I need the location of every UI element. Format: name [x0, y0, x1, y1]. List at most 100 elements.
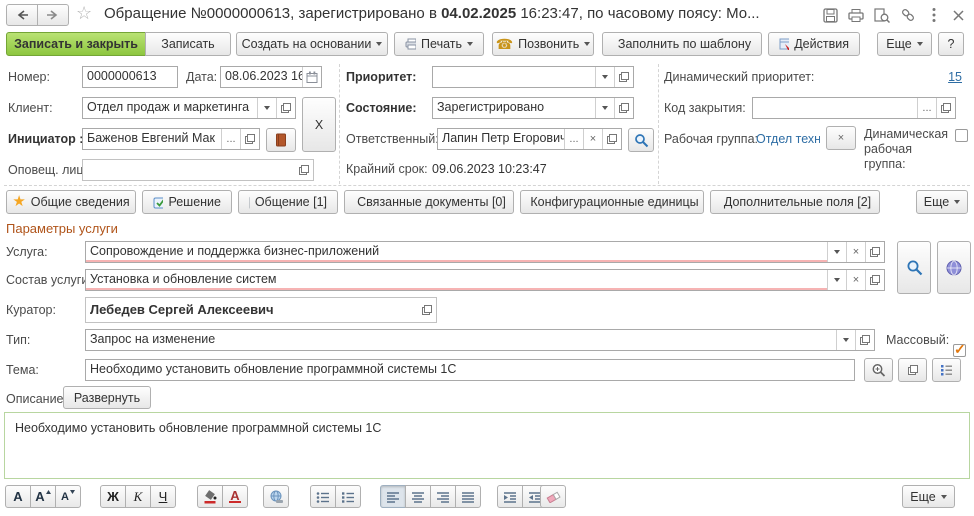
forward-button[interactable]: [37, 4, 69, 26]
insert-link-button[interactable]: [263, 485, 289, 508]
italic-button[interactable]: К: [125, 485, 151, 508]
save-close-button[interactable]: Записать и закрыть: [6, 32, 146, 56]
save-button[interactable]: Записать: [145, 32, 231, 56]
notify-value[interactable]: [83, 160, 295, 180]
service-dropdown-button[interactable]: [827, 242, 846, 262]
composition-open-button[interactable]: [865, 270, 884, 290]
service-open-button[interactable]: [865, 242, 884, 262]
priority-open-button[interactable]: [614, 67, 633, 87]
font-button[interactable]: A: [5, 485, 31, 508]
print-button[interactable]: Печать: [394, 32, 484, 56]
align-right-button[interactable]: [430, 485, 456, 508]
favorite-star-icon[interactable]: ☆: [76, 3, 92, 24]
clear-client-button[interactable]: X: [302, 97, 336, 152]
actions-button[interactable]: Действия: [768, 32, 860, 56]
date-value[interactable]: 08.06.2023 16:2:: [221, 67, 302, 87]
service-value[interactable]: Сопровождение и поддержка бизнес-приложе…: [86, 242, 827, 262]
initiator-field[interactable]: Баженов Евгений Мак ...: [82, 128, 260, 150]
back-button[interactable]: [6, 4, 38, 26]
client-open-button[interactable]: [276, 98, 295, 118]
state-field[interactable]: Зарегистрировано: [432, 97, 634, 119]
dyn-workgroup-checkbox[interactable]: [955, 129, 968, 142]
expand-button[interactable]: Развернуть: [63, 386, 151, 409]
link-icon[interactable]: [898, 5, 918, 25]
date-field[interactable]: 08.06.2023 16:2:: [220, 66, 322, 88]
eraser-button[interactable]: [540, 485, 566, 508]
tab-general[interactable]: ★ Общие сведения: [6, 190, 136, 214]
state-dropdown-button[interactable]: [595, 98, 614, 118]
close-icon[interactable]: [948, 5, 968, 25]
service-catalog-button[interactable]: [937, 241, 971, 294]
close-code-field[interactable]: ...: [752, 97, 956, 119]
subject-open-button[interactable]: [898, 358, 927, 382]
tab-linked-docs[interactable]: Связанные документы [0]: [344, 190, 514, 214]
align-justify-button[interactable]: [455, 485, 481, 508]
curator-open-button[interactable]: [418, 298, 436, 322]
service-clear-button[interactable]: ×: [846, 242, 865, 262]
priority-value[interactable]: [433, 67, 595, 87]
state-open-button[interactable]: [614, 98, 633, 118]
tab-extra-fields[interactable]: Дополнительные поля [2]: [710, 190, 880, 214]
notify-open-button[interactable]: [295, 160, 313, 180]
client-field[interactable]: Отдел продаж и маркетинга: [82, 97, 296, 119]
close-code-value[interactable]: [753, 98, 917, 118]
type-field[interactable]: Запрос на изменение: [85, 329, 875, 351]
type-value[interactable]: Запрос на изменение: [86, 330, 836, 350]
dyn-priority-link[interactable]: 15: [940, 70, 962, 84]
help-button[interactable]: ?: [938, 32, 964, 56]
tab-config-units[interactable]: Конфигурационные единицы: [520, 190, 704, 214]
calendar-button[interactable]: [302, 67, 321, 87]
fill-template-button[interactable]: Заполнить по шаблону: [602, 32, 762, 56]
tabs-more-button[interactable]: Еще: [916, 190, 968, 214]
close-code-ellipsis-button[interactable]: ...: [917, 98, 936, 118]
curator-field[interactable]: Лебедев Сергей Алексеевич: [85, 297, 437, 323]
service-search-button[interactable]: [897, 241, 931, 294]
print-icon[interactable]: [846, 5, 866, 25]
type-open-button[interactable]: [855, 330, 874, 350]
priority-dropdown-button[interactable]: [595, 67, 614, 87]
font-decrease-button[interactable]: A: [55, 485, 81, 508]
responsible-open-button[interactable]: [602, 129, 621, 149]
composition-dropdown-button[interactable]: [827, 270, 846, 290]
composition-value[interactable]: Установка и обновление систем: [86, 270, 827, 290]
composition-field[interactable]: Установка и обновление систем ×: [85, 269, 885, 291]
priority-field[interactable]: [432, 66, 634, 88]
font-color-button[interactable]: A: [222, 485, 248, 508]
align-left-button[interactable]: [380, 485, 406, 508]
underline-button[interactable]: Ч: [150, 485, 176, 508]
client-value[interactable]: Отдел продаж и маркетинга: [83, 98, 257, 118]
number-value[interactable]: 0000000613: [83, 67, 177, 87]
tab-communication[interactable]: Общение [1]: [238, 190, 338, 214]
responsible-value[interactable]: Лапин Петр Егорович: [438, 129, 564, 149]
save-icon[interactable]: [820, 5, 840, 25]
initiator-open-button[interactable]: [240, 129, 259, 149]
workgroup-link[interactable]: Отдел техн...: [756, 132, 820, 146]
initiator-value[interactable]: Баженов Евгений Мак: [83, 129, 221, 149]
highlight-color-button[interactable]: [197, 485, 223, 508]
create-based-button[interactable]: Создать на основании: [236, 32, 388, 56]
mass-checkbox[interactable]: [953, 344, 966, 357]
description-textarea[interactable]: Необходимо установить обновление програм…: [4, 412, 970, 479]
notify-field[interactable]: [82, 159, 314, 181]
align-center-button[interactable]: [405, 485, 431, 508]
workgroup-clear-button[interactable]: ×: [826, 126, 856, 150]
initiator-ellipsis-button[interactable]: ...: [221, 129, 240, 149]
type-dropdown-button[interactable]: [836, 330, 855, 350]
number-field[interactable]: 0000000613: [82, 66, 178, 88]
responsible-clear-button[interactable]: ×: [583, 129, 602, 149]
editor-more-button[interactable]: Еще: [902, 485, 955, 508]
subject-value[interactable]: Необходимо установить обновление програм…: [86, 360, 854, 380]
toolbar-more-button[interactable]: Еще: [877, 32, 932, 56]
more-dots-icon[interactable]: [924, 5, 944, 25]
responsible-field[interactable]: Лапин Петр Егорович ... ×: [437, 128, 622, 150]
composition-clear-button[interactable]: ×: [846, 270, 865, 290]
responsible-search-button[interactable]: [628, 128, 654, 152]
numbered-list-button[interactable]: [335, 485, 361, 508]
bullet-list-button[interactable]: [310, 485, 336, 508]
state-value[interactable]: Зарегистрировано: [433, 98, 595, 118]
font-increase-button[interactable]: A: [30, 485, 56, 508]
address-book-button[interactable]: [266, 128, 296, 152]
service-field[interactable]: Сопровождение и поддержка бизнес-приложе…: [85, 241, 885, 263]
close-code-open-button[interactable]: [936, 98, 955, 118]
subject-list-button[interactable]: [932, 358, 961, 382]
